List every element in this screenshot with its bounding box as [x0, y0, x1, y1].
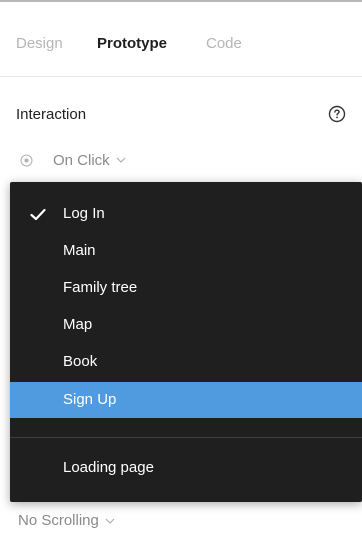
menu-item-log-in[interactable]: Log In [10, 196, 362, 232]
overflow-dropdown[interactable]: No Scrolling [18, 512, 115, 529]
menu-item-map[interactable]: Map [10, 307, 362, 343]
help-icon[interactable] [328, 105, 346, 123]
menu-item-label: Main [63, 242, 96, 259]
menu-item-label: Loading page [63, 459, 154, 476]
menu-item-label: Family tree [63, 279, 138, 296]
menu-item-label: Book [63, 353, 98, 370]
chevron-down-icon [105, 518, 115, 524]
interaction-heading: Interaction [16, 106, 87, 123]
tab-code[interactable]: Code [206, 35, 242, 52]
trigger-label: On Click [53, 151, 110, 169]
target-icon [20, 154, 33, 166]
menu-item-main[interactable]: Main [10, 233, 362, 269]
panel-tabs: Design Prototype Code [0, 0, 362, 77]
menu-divider [10, 437, 362, 438]
checkmark-icon [30, 208, 46, 221]
chevron-down-icon [116, 157, 126, 163]
tab-prototype[interactable]: Prototype [97, 35, 167, 52]
menu-item-label: Log In [63, 205, 105, 222]
destination-menu: Log In Main Family tree Map Book Sign Up… [10, 182, 362, 502]
overflow-label: No Scrolling [18, 512, 99, 529]
menu-item-label: Map [63, 316, 93, 333]
menu-item-loading-page[interactable]: Loading page [10, 450, 362, 486]
menu-item-label: Sign Up [63, 391, 117, 408]
menu-item-book[interactable]: Book [10, 344, 362, 380]
tab-design[interactable]: Design [16, 35, 63, 52]
menu-item-sign-up[interactable]: Sign Up [10, 382, 362, 418]
trigger-dropdown[interactable]: On Click [20, 150, 126, 170]
menu-item-family-tree[interactable]: Family tree [10, 270, 362, 306]
